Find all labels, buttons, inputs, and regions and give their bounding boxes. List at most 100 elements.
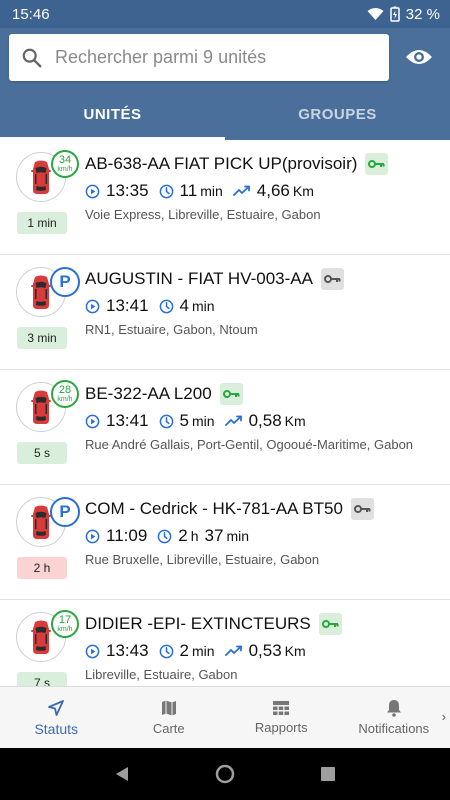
unit-stats-row: 11:09 2 h 37 min — [85, 524, 259, 548]
start-time: 13:41 — [106, 296, 149, 315]
nav-carte-label: Carte — [152, 721, 185, 736]
distance-unit: Km — [284, 413, 306, 429]
wifi-icon — [367, 8, 384, 20]
play-clock-icon — [85, 184, 100, 198]
unit-stats-row: 13:41 5 min 0,58 Km — [85, 409, 316, 433]
unit-address: Voie Express, Libreville, Estuaire, Gabo… — [85, 207, 321, 222]
speed-unit: km/h — [57, 396, 73, 403]
unit-address: Libreville, Estuaire, Gabon — [85, 667, 238, 682]
unit-name-row: AUGUSTIN - FIAT HV-003-AA — [85, 267, 440, 291]
start-time-stat: 13:41 — [85, 411, 149, 431]
duration-clock-icon — [159, 184, 173, 198]
nav-carte[interactable]: Carte — [113, 687, 226, 748]
play-clock-icon — [85, 414, 100, 428]
unit-avatar: P — [16, 497, 80, 553]
unit-list-item[interactable]: P 2 h COM - Cedrick - HK-781-AA BT50 11:… — [0, 485, 450, 600]
nav-rapports[interactable]: Rapports — [225, 687, 338, 748]
unit-address: Rue André Gallais, Port-Gentil, Ogooué-M… — [85, 437, 414, 452]
duration-clock-icon — [159, 414, 173, 428]
start-time-stat: 11:09 — [85, 526, 147, 546]
unit-list-item[interactable]: P 3 min AUGUSTIN - FIAT HV-003-AA 13:41 … — [0, 255, 450, 370]
status-bar: 15:46 32 % — [0, 0, 450, 28]
duration-stat: 2 h 37 min — [157, 526, 249, 546]
home-button[interactable] — [210, 759, 240, 789]
play-clock-icon — [85, 644, 100, 658]
parked-badge: P — [50, 267, 80, 297]
duration-unit: min — [192, 643, 215, 659]
speed-badge: 34 km/h — [51, 150, 79, 178]
unit-list-item[interactable]: 28 km/h 5 s BE-322-AA L200 13:41 5 min 0,… — [0, 370, 450, 485]
recents-button[interactable] — [313, 759, 343, 789]
unit-name: DIDIER -EPI- EXTINCTEURS — [85, 614, 311, 633]
distance-trend-icon — [224, 645, 242, 656]
back-button[interactable] — [107, 759, 137, 789]
duration-unit: h — [190, 528, 199, 544]
unit-name: COM - Cedrick - HK-781-AA BT50 — [85, 499, 343, 518]
last-update-badge: 7 s — [17, 672, 67, 686]
ignition-badge — [365, 153, 389, 175]
speed-value: 17 — [58, 614, 72, 626]
nav-notifications[interactable]: Notifications — [338, 687, 450, 748]
status-time: 15:46 — [12, 5, 50, 23]
bell-icon — [386, 700, 401, 717]
tab-groups[interactable]: GROUPES — [225, 88, 450, 140]
map-icon — [161, 700, 176, 716]
distance-value: 4,66 — [256, 181, 290, 200]
key-icon — [222, 390, 240, 398]
car-icon — [31, 160, 51, 194]
unit-avatar: 17 km/h — [16, 610, 79, 668]
unit-avatar: P — [16, 267, 80, 323]
last-update-badge: 5 s — [17, 442, 67, 464]
start-time-stat: 13:43 — [85, 641, 149, 661]
distance-value: 0,58 — [248, 411, 282, 430]
car-icon — [31, 390, 51, 424]
distance-stat: 4,66 Km — [232, 181, 314, 201]
table-icon — [273, 701, 290, 715]
unit-address: Rue Bruxelle, Libreville, Estuaire, Gabo… — [85, 552, 320, 567]
nav-notifications-label: Notifications — [358, 721, 430, 736]
app-root: 15:46 32 % UNITÉS GROUPES 34 km/h — [0, 0, 450, 800]
ignition-badge — [320, 268, 344, 290]
car-icon — [31, 505, 51, 539]
distance-trend-icon — [224, 415, 242, 426]
duration-clock-icon — [157, 529, 172, 543]
search-input[interactable] — [55, 47, 375, 68]
bottom-navigation: Statuts Carte Rapports Notifications › — [0, 686, 450, 748]
unit-list-item[interactable]: 34 km/h 1 min AB-638-AA FIAT PICK UP(pro… — [0, 140, 450, 255]
duration-value: 2 — [178, 526, 188, 545]
duration-stat: 11 min — [159, 181, 223, 201]
ignition-badge — [350, 498, 374, 520]
speed-value: 34 — [58, 154, 72, 166]
eye-icon — [406, 50, 432, 64]
distance-trend-icon — [232, 185, 250, 196]
unit-avatar: 34 km/h — [16, 150, 79, 208]
visibility-toggle-button[interactable] — [402, 42, 436, 72]
nav-statuts-label: Statuts — [34, 720, 79, 737]
search-box[interactable] — [9, 34, 389, 81]
duration-clock-icon — [159, 299, 173, 313]
back-triangle-icon — [115, 767, 128, 781]
key-icon — [353, 505, 371, 513]
unit-name-row: BE-322-AA L200 — [85, 382, 440, 406]
speed-badge: 17 km/h — [51, 610, 79, 638]
unit-name-row: DIDIER -EPI- EXTINCTEURS — [85, 612, 440, 636]
unit-list-item[interactable]: 17 km/h 7 s DIDIER -EPI- EXTINCTEURS 13:… — [0, 600, 450, 686]
distance-value: 0,53 — [248, 641, 282, 660]
key-icon — [323, 275, 341, 283]
recents-square-icon — [321, 767, 336, 781]
unit-address: RN1, Estuaire, Gabon, Ntoum — [85, 322, 258, 337]
status-icons: 32 % — [367, 6, 440, 23]
car-icon — [31, 620, 51, 654]
unit-stats-row: 13:41 4 min — [85, 294, 225, 318]
duration-value: 4 — [179, 296, 190, 315]
key-icon — [321, 620, 339, 628]
system-navigation-bar — [0, 748, 450, 800]
tab-units[interactable]: UNITÉS — [0, 88, 225, 140]
nav-statuts[interactable]: Statuts — [0, 687, 113, 748]
chevron-right-icon[interactable]: › — [442, 709, 446, 724]
distance-stat: 0,58 Km — [224, 411, 306, 431]
last-update-badge: 1 min — [17, 212, 67, 234]
last-update-badge: 3 min — [17, 327, 67, 349]
last-update-badge: 2 h — [17, 557, 67, 579]
ignition-badge — [219, 383, 243, 405]
